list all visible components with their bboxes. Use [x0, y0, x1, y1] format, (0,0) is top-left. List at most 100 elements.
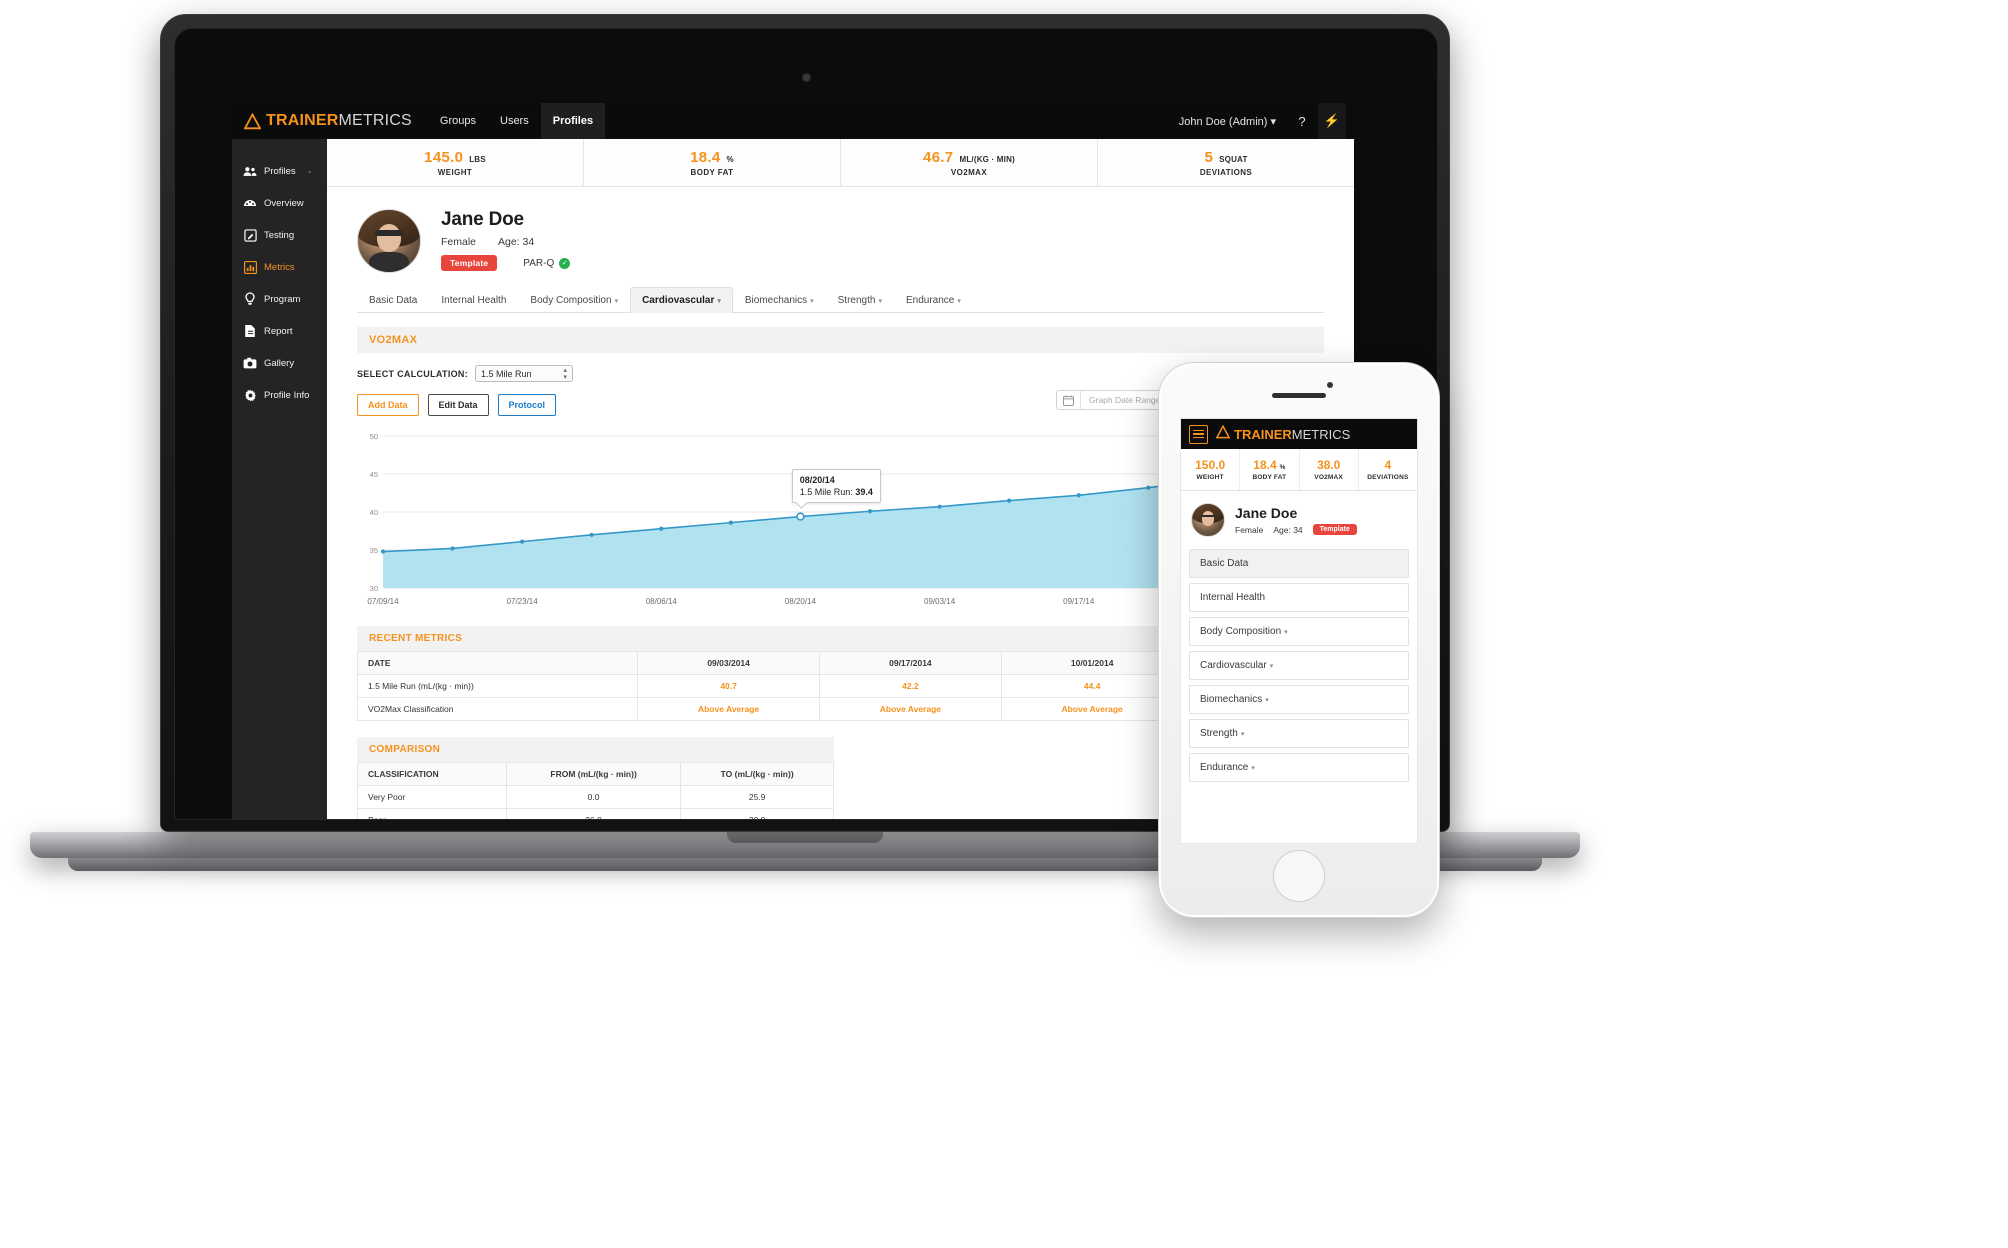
mobile-menu-item-basic-data[interactable]: Basic Data	[1189, 549, 1409, 578]
tab-label: Cardiovascular	[642, 295, 715, 306]
mobile-menu-label: Cardiovascular	[1200, 660, 1267, 671]
nav-item-profiles[interactable]: Profiles	[540, 103, 606, 139]
cell-value: Above Average	[1000, 697, 1184, 721]
select-arrows-icon: ▴ ▾	[563, 366, 568, 381]
tab-label: Strength	[837, 295, 876, 306]
status-badge: Template	[441, 255, 498, 271]
mobile-profile-header: Jane Doe Female Age: 34 Template	[1181, 491, 1417, 547]
mobile-stat-weight: 150.0 WEIGHT	[1181, 449, 1241, 490]
mobile-stat-top: 4	[1385, 458, 1392, 472]
mobile-brand-wordmark: TRAINERMETRICS	[1234, 427, 1350, 442]
help-icon[interactable]: ?	[1288, 103, 1316, 139]
cell-from: 0.0	[505, 785, 682, 809]
table-header-row: CLASSIFICATION FROM (mL/(kg · min)) TO (…	[357, 762, 834, 786]
svg-text:09/03/14: 09/03/14	[924, 597, 956, 606]
sidebar-item-profile-info[interactable]: Profile Info	[232, 379, 327, 411]
table-body: Very Poor 0.0 25.9 Poor 26.0 30.9	[357, 785, 834, 819]
mobile-top-bar: TRAINERMETRICS	[1181, 419, 1417, 449]
comparison-section: COMPARISON CLASSIFICATION FROM (mL/(kg ·…	[357, 737, 834, 819]
people-icon	[243, 164, 257, 178]
mobile-stat-body-fat: 18.4 % BODY FAT	[1240, 449, 1300, 490]
check-circle-icon: ✓	[559, 257, 571, 269]
calculation-select-value: 1.5 Mile Run	[481, 368, 532, 379]
calculation-select[interactable]: 1.5 Mile Run ▴ ▾	[475, 365, 574, 382]
mobile-stat-label: DEVIATIONS	[1367, 474, 1409, 481]
caret-down-icon: ▾	[1284, 629, 1288, 636]
avatar	[1191, 503, 1225, 537]
caret-down-icon: ▾	[810, 298, 814, 305]
mobile-menu-item-internal-health[interactable]: Internal Health	[1189, 583, 1409, 612]
brand-logo[interactable]: TRAINERMETRICS	[232, 103, 428, 139]
brand-text-orange: TRAINER	[266, 112, 339, 129]
brand-wordmark: TRAINERMETRICS	[266, 112, 412, 130]
tab-endurance[interactable]: Endurance ▾	[894, 287, 973, 313]
nav-item-groups[interactable]: Groups	[428, 103, 488, 139]
nav-right-group: John Doe (Admin) ▾ ? ⚡	[1169, 103, 1354, 139]
parq-label: PAR-Q	[523, 257, 555, 269]
sidebar-item-report[interactable]: Report	[232, 315, 327, 347]
sidebar-item-overview[interactable]: Overview	[232, 187, 327, 219]
edit-data-button[interactable]: Edit Data	[427, 394, 489, 416]
mobile-menu-item-biomechanics[interactable]: Biomechanics ▾	[1189, 685, 1409, 714]
tab-biomechanics[interactable]: Biomechanics ▾	[733, 287, 826, 313]
comparison-table: CLASSIFICATION FROM (mL/(kg · min)) TO (…	[357, 762, 834, 819]
svg-text:45: 45	[370, 470, 378, 479]
tab-body-composition[interactable]: Body Composition ▾	[518, 287, 630, 313]
nav-item-users[interactable]: Users	[488, 103, 541, 139]
sidebar-item-profiles[interactable]: Profiles ⌄	[232, 155, 327, 187]
mobile-menu-label: Basic Data	[1200, 558, 1249, 569]
mobile-menu-item-body-composition[interactable]: Body Composition ▾	[1189, 617, 1409, 646]
protocol-button[interactable]: Protocol	[497, 394, 557, 416]
svg-text:07/09/14: 07/09/14	[367, 597, 399, 606]
date-range-placeholder: Graph Date Range	[1089, 395, 1161, 405]
laptop-notch	[727, 832, 883, 843]
cell-value: 44.4	[1000, 674, 1184, 698]
stat-label: VO2MAX	[950, 167, 988, 177]
caret-down-icon: ▾	[1269, 663, 1274, 670]
user-menu[interactable]: John Doe (Admin) ▾	[1169, 115, 1286, 128]
mobile-stat-value: 38.0	[1316, 458, 1341, 472]
tab-internal-health[interactable]: Internal Health	[429, 287, 518, 313]
mobile-profile-gender: Female	[1235, 524, 1264, 535]
gear-icon	[243, 388, 257, 402]
tab-strength[interactable]: Strength ▾	[826, 287, 894, 313]
mobile-menu-item-strength[interactable]: Strength ▾	[1189, 719, 1409, 748]
sidebar-item-label: Overview	[264, 197, 304, 209]
sidebar-item-program[interactable]: Program	[232, 283, 327, 315]
column-header-1001: 10/01/2014	[1000, 651, 1184, 675]
phone-home-button[interactable]	[1273, 850, 1325, 902]
tooltip-label: 1.5 Mile Run:	[799, 486, 853, 497]
cell-to: 25.9	[680, 785, 834, 809]
parq-status: PAR-Q ✓	[523, 257, 571, 269]
mobile-stat-label: WEIGHT	[1196, 474, 1224, 481]
stat-top: 46.7 ML/(KG · MIN)	[923, 149, 1015, 166]
mobile-stats-bar: 150.0 WEIGHT 18.4 % BODY FAT 38.0 VO2MAX	[1181, 449, 1417, 491]
triangle-logo-icon	[1215, 424, 1231, 444]
mobile-stat-deviations: 4 DEVIATIONS	[1359, 449, 1417, 490]
mobile-stat-top: 38.0	[1317, 458, 1340, 472]
sidebar-item-label: Gallery	[264, 357, 295, 369]
tab-basic-data[interactable]: Basic Data	[357, 287, 429, 313]
mobile-stat-label: VO2MAX	[1314, 474, 1343, 481]
sidebar-item-metrics[interactable]: Metrics	[232, 251, 327, 283]
mobile-profile-meta: Female Age: 34 Template	[1235, 524, 1357, 535]
hamburger-icon[interactable]	[1189, 424, 1208, 444]
avatar-glasses	[375, 230, 403, 237]
mobile-menu-label: Biomechanics	[1200, 694, 1263, 705]
tab-label: Internal Health	[441, 295, 507, 306]
sidebar-item-testing[interactable]: Testing	[232, 219, 327, 251]
add-data-button[interactable]: Add Data	[357, 394, 419, 416]
profile-age: Age: 34	[498, 236, 535, 248]
svg-text:50: 50	[370, 432, 378, 441]
table-row: Very Poor 0.0 25.9	[357, 785, 834, 809]
caret-down-icon: ▾	[1251, 765, 1255, 772]
mobile-menu-item-endurance[interactable]: Endurance ▾	[1189, 753, 1409, 782]
mobile-menu-item-cardiovascular[interactable]: Cardiovascular ▾	[1189, 651, 1409, 680]
row-label: 1.5 Mile Run (mL/(kg · min))	[356, 674, 639, 698]
bolt-icon[interactable]: ⚡	[1318, 103, 1346, 139]
mobile-menu-label: Body Composition	[1200, 626, 1282, 637]
tab-cardiovascular[interactable]: Cardiovascular ▾	[630, 287, 733, 313]
brand-text-grey: METRICS	[338, 112, 412, 129]
sidebar-item-gallery[interactable]: Gallery	[232, 347, 327, 379]
triangle-logo-icon	[244, 112, 261, 130]
